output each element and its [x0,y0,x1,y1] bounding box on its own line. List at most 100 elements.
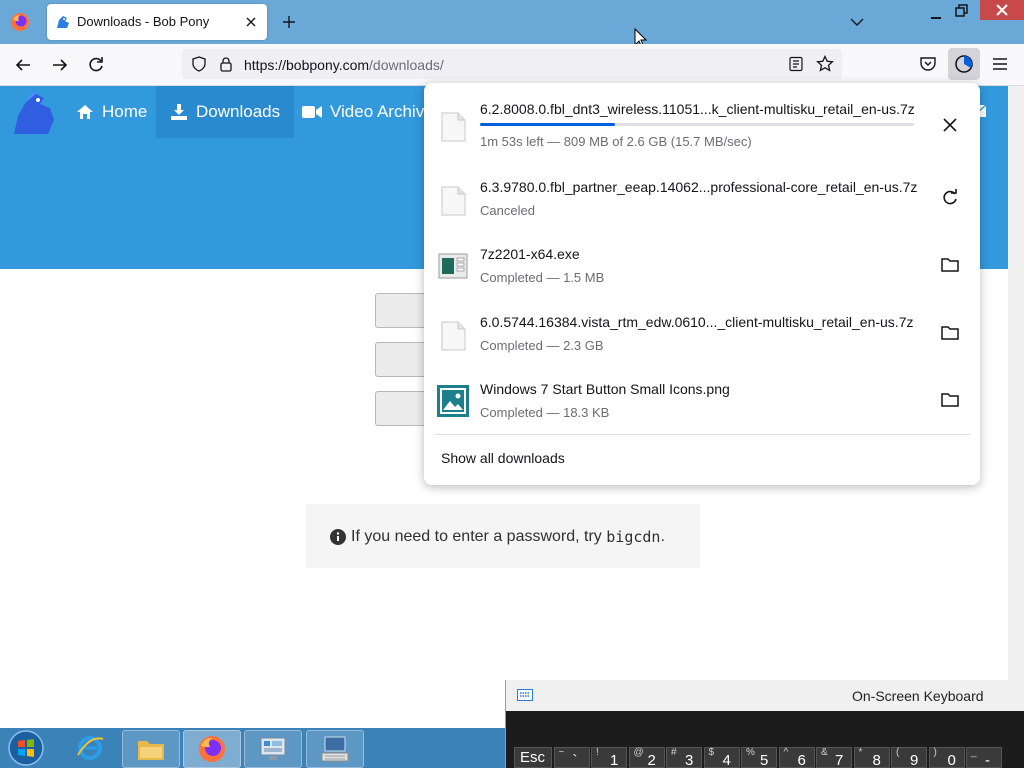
taskbar-control-panel[interactable] [244,730,302,768]
show-all-downloads-button[interactable]: Show all downloads [441,450,565,466]
firefox-menu-icon[interactable] [10,12,30,32]
osk-key-row: Esc ~ `! 1 @2 #3 $4% 5 ^ 6 & 7 * 8(9) 0 _ - [514,747,1024,769]
osk-titlebar[interactable]: On-Screen Keyboard [506,680,1024,711]
nav-home-link[interactable]: Home [62,86,161,138]
generic-file-icon [441,186,466,216]
tab-downloads[interactable]: Downloads - Bob Pony [47,4,267,40]
taskbar-file-explorer[interactable] [122,730,180,768]
url-text[interactable]: https://bobpony.com/downloads/ [244,57,444,73]
osk-key-label: 5 [760,752,769,769]
download-progress-icon [955,55,973,73]
osk-key[interactable]: _ - [966,747,1002,769]
download-item[interactable]: 6.3.9780.0.fbl_partner_eeap.14062...prof… [424,179,980,245]
taskbar-on-screen-keyboard[interactable] [306,730,364,768]
cancel-icon[interactable] [940,115,960,135]
osk-key-shift-label: $ [708,747,715,758]
url-path: /downloads/ [369,57,444,73]
control-panel-icon [260,737,286,760]
chevron-down-icon[interactable] [850,16,864,28]
download-icon [171,104,187,120]
folder-icon[interactable] [940,323,960,343]
reader-view-icon[interactable] [788,56,804,72]
osk-key-shift-label: ~ [558,747,565,758]
download-filename: 6.3.9780.0.fbl_partner_eeap.14062...prof… [480,179,918,195]
osk-key-label: 9 [910,752,919,769]
download-item[interactable]: 7z2201-x64.exe Completed — 1.5 MB [424,246,980,312]
generic-file-icon [441,112,466,142]
download-item[interactable]: 6.0.5744.16384.vista_rtm_edw.0610..._cli… [424,314,980,380]
taskbar-firefox[interactable] [183,730,241,768]
osk-key[interactable]: Esc [514,747,552,768]
close-tab-icon[interactable] [243,14,259,30]
forward-arrow-icon[interactable] [51,56,69,74]
start-button-icon[interactable] [6,728,46,768]
osk-key-shift-label: ( [896,747,900,758]
folder-icon[interactable] [940,255,960,275]
generic-file-icon [441,321,466,351]
download-status: Canceled [480,203,535,218]
downloads-button[interactable] [948,48,980,80]
tab-strip: Downloads - Bob Pony [0,0,1024,49]
osk-key-label: ` [572,752,578,769]
exe-file-icon [438,253,468,279]
close-window-button[interactable] [980,0,1024,20]
osk-key-label: 2 [647,752,656,769]
download-progress-bar [480,123,914,126]
download-status: Completed — 18.3 KB [480,405,610,420]
osk-key[interactable]: % 5 [741,747,777,769]
on-screen-keyboard-window: On-Screen Keyboard Esc ~ `! 1 @2 #3 $4% 5 ^ 6 & 7 * 8… [505,680,1024,769]
download-item[interactable]: Windows 7 Start Button Small Icons.png C… [424,381,980,447]
bookmark-star-icon[interactable] [816,55,834,73]
download-filename: 6.2.8008.0.fbl_dnt3_wireless.11051...k_c… [480,101,915,117]
osk-key[interactable]: & 7 [816,747,852,769]
restore-window-icon[interactable] [955,4,969,18]
osk-key[interactable]: #3 [666,747,702,769]
osk-key-shift-label: # [671,747,677,758]
lock-icon[interactable] [219,56,233,72]
osk-key[interactable]: (9 [891,747,927,769]
info-circle-icon [330,529,346,545]
nav-downloads-link[interactable]: Downloads [156,86,295,138]
retry-icon[interactable] [940,188,960,208]
pocket-icon[interactable] [919,55,937,73]
osk-key[interactable]: ) 0 [928,747,965,769]
url-bar[interactable]: https://bobpony.com/downloads/ [182,49,842,79]
url-host: https://bobpony.com [244,57,370,73]
on-screen-keyboard-icon [321,736,349,762]
osk-key-label: 0 [947,752,956,769]
bobpony-logo-icon[interactable] [10,90,58,138]
reload-icon[interactable] [87,56,105,74]
osk-key-shift-label: ^ [783,747,789,758]
osk-key-label: - [985,752,990,769]
new-tab-icon[interactable] [281,14,297,30]
password-info-text: If you need to enter a password, try big… [330,528,665,546]
osk-key-label: Esc [520,749,546,766]
download-filename: 6.0.5744.16384.vista_rtm_edw.0610..._cli… [480,314,914,330]
osk-key[interactable]: $4 [703,747,740,769]
bobpony-favicon-icon [57,16,69,28]
file-explorer-folder-icon [138,741,164,760]
minimize-window-icon[interactable] [930,8,942,20]
folder-icon[interactable] [940,390,960,410]
osk-key-label: 7 [835,752,844,769]
osk-key[interactable]: @2 [628,747,665,769]
download-status: Completed — 1.5 MB [480,270,605,285]
image-file-icon [437,385,469,417]
download-item[interactable]: 6.2.8008.0.fbl_dnt3_wireless.11051...k_c… [424,101,980,167]
osk-key[interactable]: ^ 6 [778,747,815,769]
info-suffix: . [660,528,665,545]
osk-key-shift-label: ! [596,747,599,758]
panel-separator [434,434,970,435]
keyboard-icon [517,689,533,701]
back-arrow-icon[interactable] [14,56,32,74]
page-scrollbar[interactable] [1008,86,1024,728]
tracking-shield-icon[interactable] [191,56,207,72]
osk-key-shift-label: ) [933,747,937,758]
osk-key[interactable]: * 8 [853,747,890,769]
nav-downloads-label: Downloads [196,102,281,121]
osk-key[interactable]: ~ ` [553,747,590,769]
password-info-box: If you need to enter a password, try big… [306,504,700,568]
taskbar-internet-explorer[interactable] [62,730,118,766]
hamburger-menu-icon[interactable] [991,56,1009,72]
osk-key[interactable]: ! 1 [591,747,627,769]
